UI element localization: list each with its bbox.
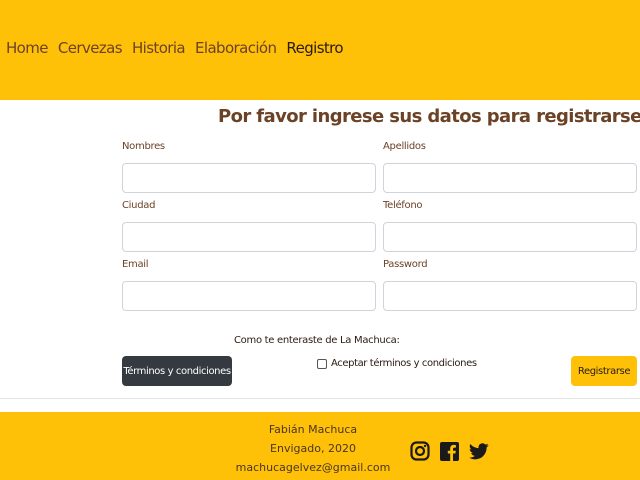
accept-terms-checkbox[interactable]	[317, 358, 327, 369]
email-input[interactable]	[122, 281, 376, 311]
footer-email: machucagelvez@gmail.com	[235, 461, 391, 474]
nav-link-registro[interactable]: Registro	[286, 39, 343, 57]
telefono-label: Teléfono	[383, 200, 423, 211]
accept-terms[interactable]: Aceptar términos y condiciones	[317, 358, 477, 369]
twitter-icon[interactable]	[469, 442, 489, 460]
terms-button[interactable]: Términos y condiciones	[122, 356, 232, 386]
social-links	[410, 441, 489, 461]
email-label: Email	[122, 259, 149, 270]
ciudad-input[interactable]	[122, 222, 376, 252]
ciudad-label: Ciudad	[122, 200, 156, 211]
register-button[interactable]: Registrarse	[571, 356, 637, 386]
source-question-label: Como te enteraste de La Machuca:	[234, 335, 400, 346]
nav-link-elaboracion[interactable]: Elaboración	[195, 39, 277, 57]
footer: Fabián Machuca Envigado, 2020 machucagel…	[0, 412, 640, 480]
form-title: Por favor ingrese sus datos para registr…	[218, 106, 640, 127]
nav-link-historia[interactable]: Historia	[132, 39, 186, 57]
nav-links: Home Cervezas Historia Elaboración Regis…	[6, 39, 344, 57]
nombres-label: Nombres	[122, 141, 165, 152]
facebook-icon[interactable]	[440, 441, 459, 461]
telefono-input[interactable]	[383, 222, 637, 252]
password-label: Password	[383, 259, 428, 270]
apellidos-label: Apellidos	[383, 141, 426, 152]
footer-location: Envigado, 2020	[270, 442, 356, 455]
instagram-icon[interactable]	[410, 441, 430, 461]
nombres-input[interactable]	[122, 163, 376, 193]
nav-link-cervezas[interactable]: Cervezas	[58, 39, 123, 57]
password-input[interactable]	[383, 281, 637, 311]
divider	[0, 398, 640, 399]
footer-info: Fabián Machuca Envigado, 2020 machucagel…	[230, 420, 396, 477]
nav-link-home[interactable]: Home	[6, 39, 49, 57]
accept-terms-label[interactable]: Aceptar términos y condiciones	[331, 358, 477, 369]
apellidos-input[interactable]	[383, 163, 637, 193]
footer-name: Fabián Machuca	[268, 423, 358, 436]
navbar: Home Cervezas Historia Elaboración Regis…	[0, 0, 640, 100]
